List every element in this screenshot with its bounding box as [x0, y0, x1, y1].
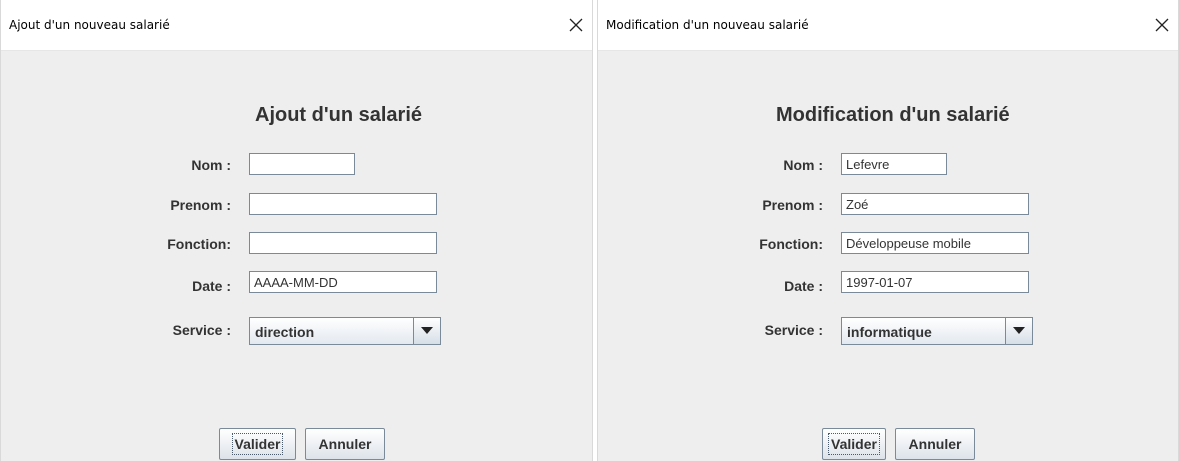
service-label: Service : — [764, 322, 823, 338]
close-icon[interactable] — [562, 11, 590, 39]
title-bar: Modification d'un nouveau salarié — [598, 0, 1178, 51]
dropdown-button[interactable] — [1005, 318, 1032, 344]
validate-button[interactable]: Valider — [219, 428, 296, 460]
service-select[interactable]: direction — [249, 317, 441, 345]
fonction-field[interactable] — [249, 232, 437, 254]
date-field[interactable]: AAAA-MM-DD — [249, 271, 437, 293]
dialog-heading: Modification d'un salarié — [776, 104, 1010, 126]
service-selected-value: informatique — [847, 324, 932, 340]
prenom-label: Prenom : — [762, 197, 823, 213]
nom-label: Nom : — [191, 157, 231, 173]
date-field[interactable]: 1997-01-07 — [841, 271, 1029, 293]
chevron-down-icon — [421, 327, 433, 334]
edit-employee-dialog: Modification d'un nouveau salarié Modifi… — [597, 0, 1179, 461]
prenom-field[interactable] — [249, 193, 437, 215]
add-employee-dialog: Ajout d'un nouveau salarié Ajout d'un sa… — [0, 0, 593, 461]
validate-button[interactable]: Valider — [822, 428, 886, 460]
fonction-label: Fonction: — [167, 236, 231, 252]
prenom-field[interactable]: Zoé — [841, 193, 1029, 215]
cancel-button[interactable]: Annuler — [305, 428, 385, 460]
validate-button-label: Valider — [828, 433, 880, 455]
window-title: Modification d'un nouveau salarié — [606, 18, 809, 32]
nom-field[interactable]: Lefevre — [841, 153, 947, 175]
service-select[interactable]: informatique — [841, 317, 1033, 345]
service-label: Service : — [172, 322, 231, 338]
prenom-label: Prenom : — [170, 197, 231, 213]
dialog-heading: Ajout d'un salarié — [255, 104, 423, 126]
date-label: Date : — [192, 278, 231, 294]
fonction-field[interactable]: Développeuse mobile — [841, 232, 1029, 254]
window-title: Ajout d'un nouveau salarié — [9, 18, 170, 32]
title-bar: Ajout d'un nouveau salarié — [1, 0, 592, 51]
date-label: Date : — [784, 278, 823, 294]
service-selected-value: direction — [255, 324, 315, 340]
chevron-down-icon — [1013, 327, 1025, 334]
close-icon[interactable] — [1148, 11, 1176, 39]
cancel-button[interactable]: Annuler — [895, 428, 975, 460]
validate-button-label: Valider — [231, 433, 284, 455]
nom-label: Nom : — [783, 157, 823, 173]
fonction-label: Fonction: — [759, 236, 823, 252]
nom-field[interactable] — [249, 153, 355, 175]
dropdown-button[interactable] — [413, 318, 440, 344]
